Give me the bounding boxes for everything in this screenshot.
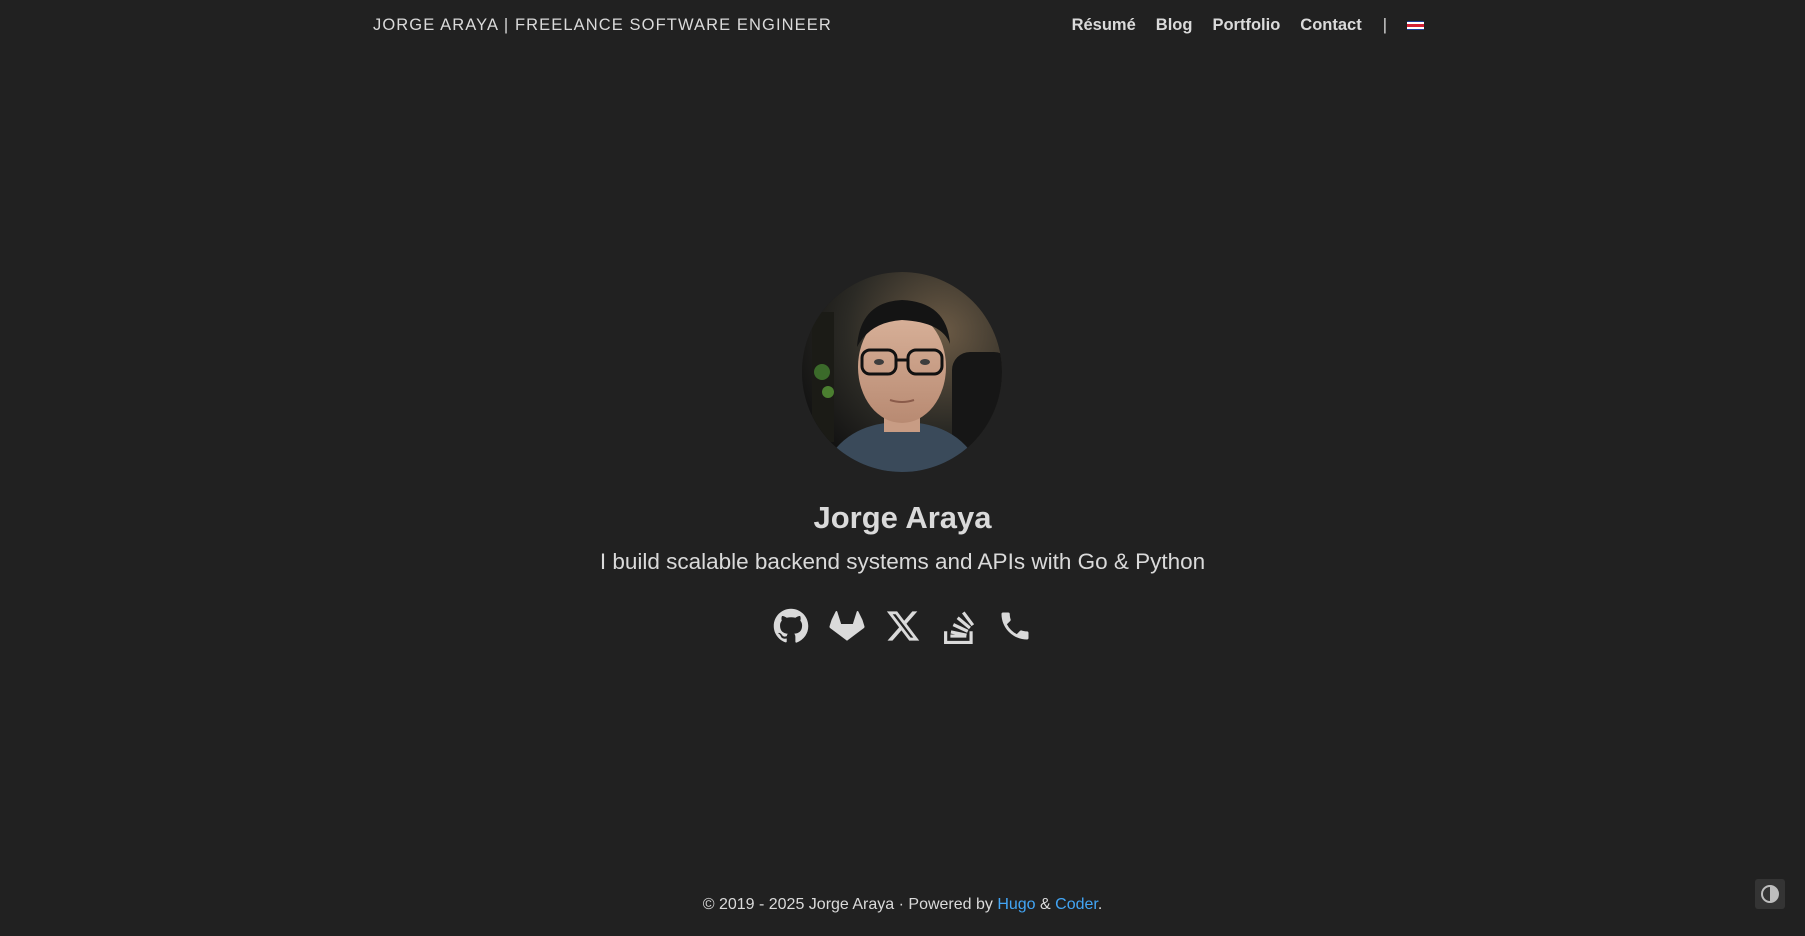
nav-item-portfolio[interactable]: Portfolio (1212, 16, 1280, 35)
footer: © 2019 - 2025 Jorge Araya · Powered by H… (0, 896, 1805, 914)
footer-copyright: © 2019 - 2025 Jorge Araya · Powered by (702, 896, 998, 913)
footer-amp: & (1035, 896, 1056, 913)
stackoverflow-icon[interactable] (941, 608, 977, 644)
footer-period: . (1097, 896, 1103, 913)
hugo-link[interactable]: Hugo (997, 896, 1035, 913)
costa-rica-flag-icon[interactable] (1407, 20, 1424, 31)
nav-item-resume[interactable]: Résumé (1072, 16, 1136, 35)
coder-link[interactable]: Coder (1055, 896, 1098, 913)
avatar (802, 272, 1002, 472)
nav-menu: Résumé Blog Portfolio Contact | (1052, 16, 1424, 35)
nav-separator: | (1382, 16, 1387, 34)
social-links (0, 608, 1805, 644)
navbar: JORGE ARAYA | FREELANCE SOFTWARE ENGINEE… (0, 0, 1805, 52)
nav-item-contact[interactable]: Contact (1300, 16, 1361, 35)
site-title-link[interactable]: JORGE ARAYA | FREELANCE SOFTWARE ENGINEE… (373, 16, 832, 35)
person-name: Jorge Araya (813, 500, 992, 535)
x-twitter-icon[interactable] (885, 608, 921, 644)
gitlab-icon[interactable] (828, 608, 865, 644)
contrast-toggle-icon[interactable] (1755, 879, 1785, 909)
tagline: I build scalable backend systems and API… (599, 549, 1206, 574)
page: JORGE ARAYA | FREELANCE SOFTWARE ENGINEE… (0, 0, 1805, 936)
phone-icon[interactable] (997, 608, 1033, 644)
github-icon[interactable] (773, 608, 809, 644)
nav-item-blog[interactable]: Blog (1156, 16, 1193, 35)
